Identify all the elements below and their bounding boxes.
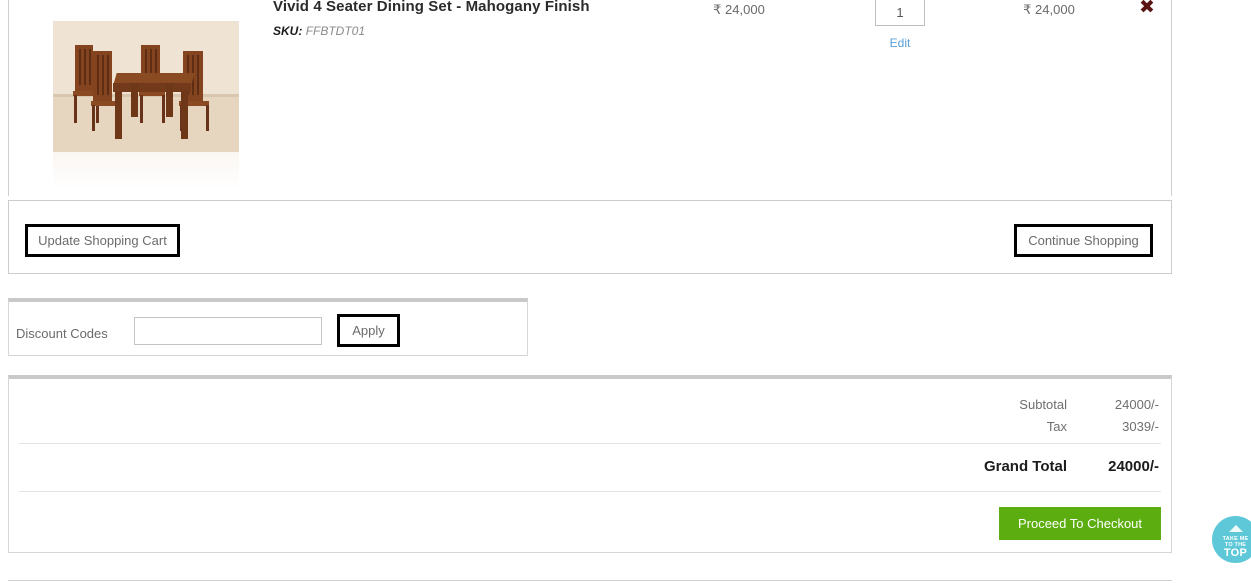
tax-label: Tax xyxy=(1046,419,1067,434)
discount-codes-panel: Discount Codes Apply xyxy=(8,298,528,356)
product-image-cell[interactable] xyxy=(27,0,239,190)
photo-floor xyxy=(53,96,239,152)
table-leg xyxy=(166,83,173,117)
chair-slat xyxy=(79,49,81,85)
up-arrow-icon xyxy=(1228,525,1243,532)
table-leg xyxy=(181,91,188,139)
grand-total-label: Grand Total xyxy=(983,458,1067,475)
tax-value: 3039/- xyxy=(1122,419,1159,434)
table-leg xyxy=(115,91,122,139)
edit-item-link[interactable]: Edit xyxy=(849,36,951,50)
total-row-subtotal: Subtotal 24000/- xyxy=(859,394,1159,416)
chair-slat xyxy=(97,55,99,95)
totals-divider-lower xyxy=(19,491,1161,492)
cart-items-panel: Vivid 4 Seater Dining Set - Mahogany Fin… xyxy=(8,0,1172,196)
product-name[interactable]: Vivid 4 Seater Dining Set - Mahogany Fin… xyxy=(273,0,653,16)
chair-leg xyxy=(74,95,77,123)
chair-slat xyxy=(107,55,109,95)
continue-shopping-button[interactable]: Continue Shopping xyxy=(1014,224,1153,257)
product-sku: SKU: FFBTDT01 xyxy=(273,24,653,38)
cart-item-row: Vivid 4 Seater Dining Set - Mahogany Fin… xyxy=(9,0,1171,196)
row-subtotal-price: ₹ 24,000 xyxy=(1023,2,1075,17)
back-to-top-line3: TOP xyxy=(1223,547,1248,559)
product-image[interactable] xyxy=(53,21,239,152)
product-info-cell: Vivid 4 Seater Dining Set - Mahogany Fin… xyxy=(273,0,653,38)
table-leg xyxy=(131,83,138,117)
quantity-cell: Edit xyxy=(849,0,951,50)
table-apron xyxy=(113,83,191,92)
totals-rows: Subtotal 24000/- Tax 3039/- xyxy=(859,394,1159,438)
chair-leg xyxy=(92,105,95,131)
update-shopping-cart-button[interactable]: Update Shopping Cart xyxy=(25,224,180,257)
shopping-cart-page: Vivid 4 Seater Dining Set - Mahogany Fin… xyxy=(0,0,1251,588)
cart-actions-panel: Update Shopping Cart Continue Shopping xyxy=(8,200,1172,274)
chair-leg xyxy=(140,95,143,123)
remove-item-icon[interactable]: ✖ xyxy=(1127,0,1167,18)
grand-total-row: Grand Total 24000/- xyxy=(859,458,1159,475)
unit-price: ₹ 24,000 xyxy=(713,2,765,17)
chair-slat xyxy=(84,49,86,85)
total-row-tax: Tax 3039/- xyxy=(859,416,1159,438)
totals-divider-upper xyxy=(19,443,1161,444)
sku-value: FFBTDT01 xyxy=(305,24,366,38)
chair-leg xyxy=(206,105,209,131)
product-image-reflection xyxy=(53,152,239,190)
chair-slat xyxy=(89,49,91,85)
apply-discount-button[interactable]: Apply xyxy=(337,314,400,347)
chair-slat xyxy=(102,55,104,95)
subtotal-label: Subtotal xyxy=(1019,397,1067,412)
quantity-input[interactable] xyxy=(875,0,925,26)
chair-leg xyxy=(162,95,165,123)
proceed-to-checkout-button[interactable]: Proceed To Checkout xyxy=(999,507,1161,540)
subtotal-value: 24000/- xyxy=(1114,397,1159,412)
grand-total-value: 24000/- xyxy=(1108,458,1159,475)
order-totals-panel: Subtotal 24000/- Tax 3039/- Grand Total … xyxy=(8,375,1172,553)
discount-codes-label: Discount Codes xyxy=(16,326,108,341)
sku-label: SKU: xyxy=(273,24,303,38)
chair-slat xyxy=(197,55,199,95)
discount-code-input[interactable] xyxy=(134,317,322,345)
back-to-top-button[interactable]: TAKE ME TO THE TOP xyxy=(1212,516,1251,563)
footer-divider xyxy=(8,580,1172,581)
